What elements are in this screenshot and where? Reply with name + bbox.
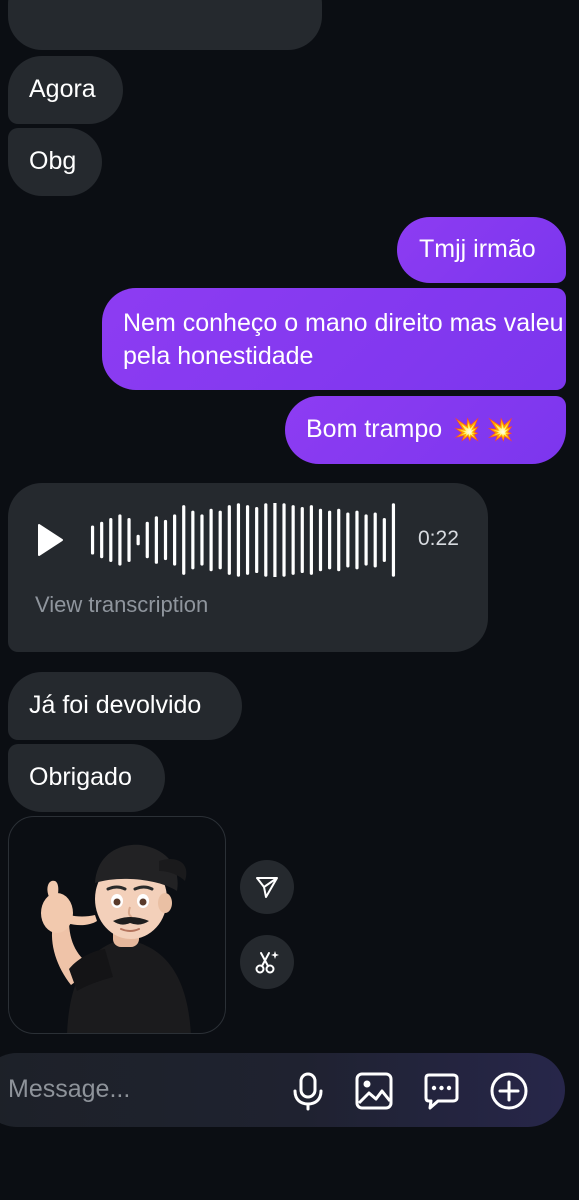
sticker-icon[interactable] [421, 1071, 461, 1111]
message-text: Obrigado [29, 763, 132, 791]
message-text: Obg [29, 147, 77, 175]
message-input[interactable]: Message... [8, 1075, 130, 1104]
message-composer[interactable]: Message... [0, 1053, 565, 1127]
microphone-icon[interactable] [288, 1071, 328, 1111]
message-incoming[interactable]: Agora [8, 56, 123, 124]
voice-duration: 0:22 [418, 527, 459, 550]
message-text: Já foi devolvido [29, 691, 202, 719]
sticker-message[interactable] [8, 816, 226, 1034]
play-icon[interactable] [36, 523, 64, 557]
chat-screen: Agora Obg Tmjj irmão Nem conheço o mano … [0, 0, 579, 1200]
message-text: Tmjj irmão [419, 235, 536, 263]
gallery-icon[interactable] [354, 1071, 394, 1111]
memoji-call-me-icon [41, 844, 191, 1033]
collision-emoji: 💥 💥 [453, 417, 515, 442]
message-outgoing[interactable]: Bom trampo 💥 💥 [285, 396, 566, 464]
send-icon [256, 877, 278, 898]
message-incoming[interactable]: Obg [8, 128, 102, 196]
message-text: Bom trampo [306, 415, 443, 443]
voice-message[interactable]: 0:22 View transcription [8, 483, 488, 652]
view-transcription-link[interactable]: View transcription [35, 592, 208, 618]
remix-sticker-button[interactable] [240, 935, 294, 989]
remix-icon [255, 951, 279, 974]
share-button[interactable] [240, 860, 294, 914]
plus-icon[interactable] [489, 1071, 529, 1111]
message-outgoing[interactable]: Nem conheço o mano direito mas valeu pel… [102, 288, 566, 390]
voice-waveform[interactable] [88, 503, 398, 577]
message-text: Nem conheço o mano direito mas valeu pel… [123, 309, 564, 370]
message-text: Agora [29, 75, 96, 103]
message-incoming[interactable]: Já foi devolvido [8, 672, 242, 740]
message-incoming[interactable]: Obrigado [8, 744, 165, 812]
message-outgoing[interactable]: Tmjj irmão [397, 217, 566, 283]
message-bubble-partial[interactable] [8, 0, 322, 50]
